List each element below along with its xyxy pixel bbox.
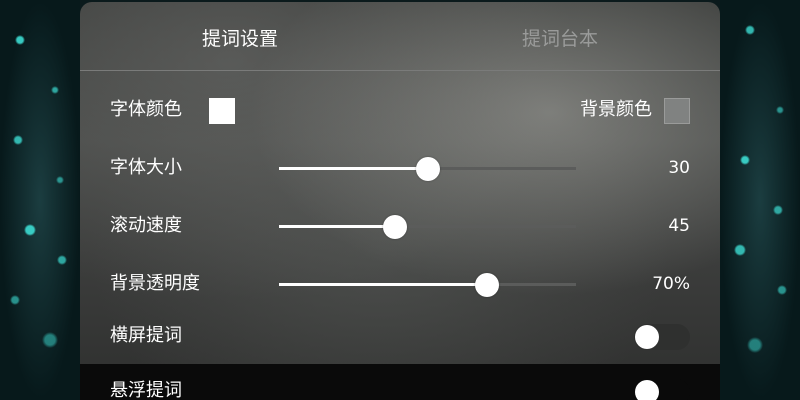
font-size-slider-fill [279,167,428,170]
landscape-toggle-knob [635,325,659,349]
font-color-swatch[interactable] [209,98,235,124]
teleprompter-settings-panel: 提词设置 提词台本 字体颜色 背景颜色 字体大小 30 滚动速度 45 背景透明… [80,2,720,400]
bg-opacity-slider-thumb[interactable] [474,273,499,297]
scroll-speed-slider-thumb[interactable] [382,215,407,239]
floating-toggle-knob [635,380,659,400]
scroll-speed-label: 滚动速度 [110,215,182,236]
landscape-toggle[interactable] [634,324,690,350]
background-color-label: 背景颜色 [580,99,652,120]
bg-opacity-row: 背景透明度 70% [80,264,720,304]
bg-opacity-slider-fill [279,283,487,286]
bg-opacity-slider[interactable] [279,273,576,297]
left-backdrop [0,0,80,400]
tab-bar: 提词设置 提词台本 [80,2,720,70]
background-color-swatch[interactable] [664,98,690,124]
font-size-slider[interactable] [279,157,576,181]
landscape-row: 横屏提词 [80,316,720,356]
font-size-value: 30 [668,158,690,178]
font-size-row: 字体大小 30 [80,148,720,188]
scroll-speed-slider-fill [279,225,395,228]
floating-row: 悬浮提词 [80,364,720,400]
floating-label: 悬浮提词 [110,380,182,400]
scroll-speed-slider[interactable] [279,215,576,239]
scroll-speed-row: 滚动速度 45 [80,206,720,246]
color-row: 字体颜色 背景颜色 [80,90,720,130]
tab-prompter-settings[interactable]: 提词设置 [80,2,400,70]
bg-opacity-value: 70% [652,274,690,294]
bg-opacity-label: 背景透明度 [110,273,200,294]
font-color-label: 字体颜色 [110,99,182,120]
tab-divider [80,70,720,71]
floating-toggle[interactable] [634,379,690,400]
font-size-label: 字体大小 [110,157,182,178]
font-size-slider-thumb[interactable] [415,157,440,181]
scroll-speed-value: 45 [668,216,690,236]
right-backdrop [720,0,800,400]
tab-prompter-script[interactable]: 提词台本 [400,2,720,70]
landscape-label: 横屏提词 [110,325,182,346]
